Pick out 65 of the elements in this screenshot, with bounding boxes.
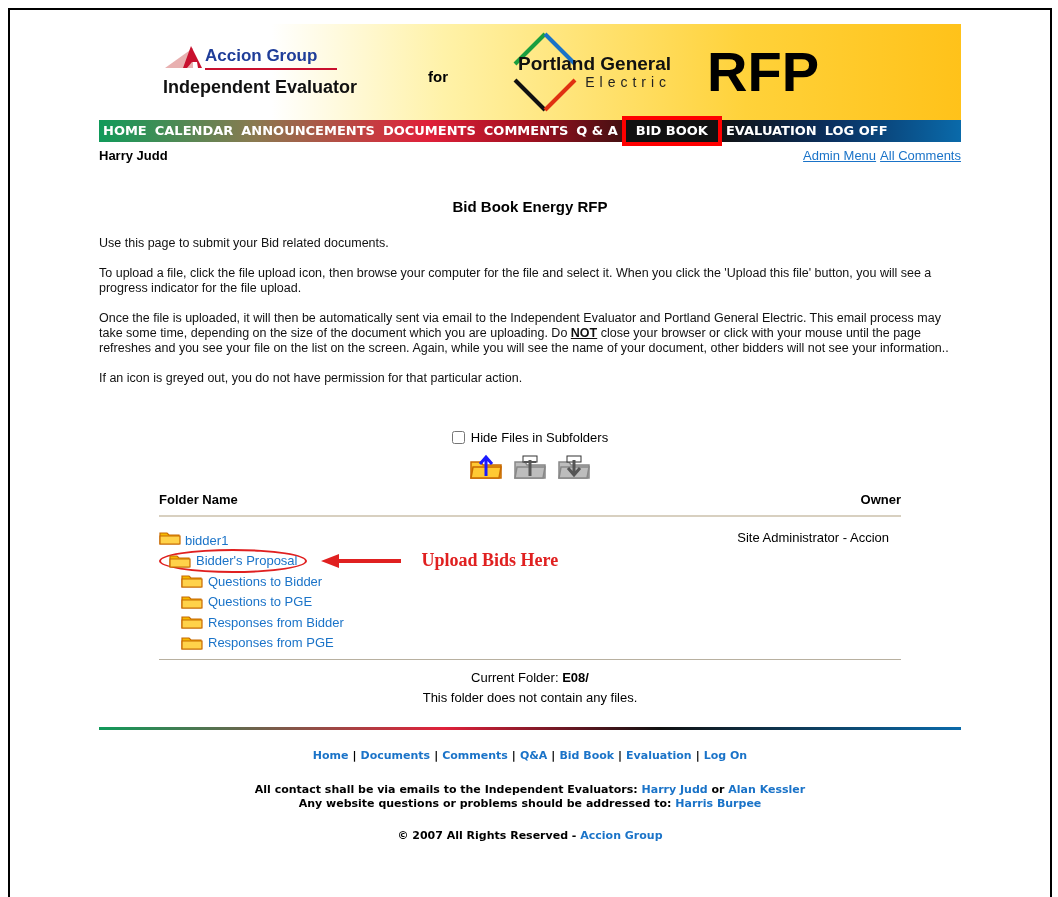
folder-icon: [169, 553, 191, 568]
subfolder-link[interactable]: Questions to Bidder: [208, 571, 323, 591]
owner-text: Site Administrator - Accion: [737, 529, 889, 547]
admin-link[interactable]: All Comments: [880, 146, 961, 166]
column-header: Owner: [860, 490, 901, 509]
logo-mark-icon: [163, 44, 205, 71]
folder-icon: [181, 574, 203, 589]
separator: |: [352, 748, 357, 764]
rfp-title: RFP: [707, 44, 820, 100]
copyright-text: © 2007 All Rights Reserved - Accion Group: [397, 828, 663, 843]
folder-icon: [181, 615, 203, 630]
page-title: Bid Book Energy RFP: [451, 196, 609, 217]
folder-icon: [181, 635, 203, 650]
brand-name: Accion Group: [205, 42, 338, 71]
footer-link[interactable]: Q&A: [519, 748, 548, 765]
instruction-text: Use this page to submit your Bid related documents.: [99, 236, 390, 251]
footer-link[interactable]: Log On: [703, 748, 748, 765]
separator: |: [511, 748, 516, 764]
footer-link[interactable]: Home: [312, 748, 349, 765]
nav-tab[interactable]: Q & A: [572, 120, 622, 142]
folder-link[interactable]: bidder1: [185, 531, 229, 551]
arrow-icon: [321, 552, 402, 569]
footer-link[interactable]: Comments: [442, 748, 508, 765]
nav-tab[interactable]: EVALUATION: [721, 120, 821, 142]
email-link[interactable]: Alan Kessler: [728, 782, 806, 796]
separator: |: [618, 748, 623, 764]
separator: |: [695, 748, 700, 764]
annotation-text: Upload Bids Here: [421, 549, 559, 573]
client-subname: Electric: [585, 74, 672, 90]
upload-folder-icon[interactable]: [469, 453, 503, 480]
brand-subtitle: Independent Evaluator: [163, 76, 359, 100]
nav-tab[interactable]: COMMENTS: [479, 120, 573, 142]
checkbox-label: Hide Files in Subfolders: [470, 429, 609, 447]
nav-tab[interactable]: LOG OFF: [820, 120, 892, 142]
nav-tab[interactable]: HOME: [99, 120, 151, 142]
separator: |: [551, 748, 556, 764]
footer-link[interactable]: Evaluation: [626, 748, 692, 765]
client-name: Portland General: [518, 54, 672, 74]
email-link[interactable]: Harris Burpee: [675, 796, 762, 810]
subfolder-link[interactable]: Responses from Bidder: [208, 612, 344, 632]
email-link[interactable]: Accion Group: [580, 828, 663, 842]
for-text: for: [428, 66, 448, 87]
hide-subfolders-checkbox[interactable]: [451, 431, 465, 445]
footer-link[interactable]: Bid Book: [559, 748, 615, 765]
instruction-text: If an icon is greyed out, you do not have permission for that particular action.: [99, 371, 524, 386]
email-link[interactable]: Harry Judd: [641, 782, 708, 796]
folder-icon: [159, 530, 181, 545]
current-folder-text: Current Folder: E08/: [470, 669, 590, 687]
instruction-text: Once the file is uploaded, it will then be automatically sent via email to the Independent Evaluator and Portland General Electric. This email process may take some time, depending on the size of the document which you are uploading. Do NOT close your browser or click with your mouse until the page refreshes and you see your file on the list on the screen. Again, while you will see the name of your document, other bidders will not see your information..: [99, 311, 950, 356]
nav-tab[interactable]: DOCUMENTS: [378, 120, 480, 142]
contact-text: Any website questions or problems should be addressed to: Harris Burpee: [298, 796, 762, 811]
subfolder-link[interactable]: Questions to PGE: [208, 592, 313, 612]
empty-message: This folder does not contain any files.: [421, 688, 639, 707]
admin-link[interactable]: Admin Menu: [803, 146, 877, 166]
nav-tab[interactable]: ANNOUNCEMENTS: [237, 120, 379, 142]
nav-tab[interactable]: CALENDAR: [150, 120, 238, 142]
contact-text: All contact shall be via emails to the Independent Evaluators: Harry Judd or Alan Kessler: [254, 782, 806, 797]
instruction-text: To upload a file, click the file upload icon, then browse your computer for the file and select it. When you click the 'Upload this file' button, you will see a progress indicator for the file upload.: [99, 266, 933, 296]
user-name: Harry Judd: [99, 147, 168, 165]
footer-link[interactable]: Documents: [360, 748, 431, 765]
folder-icon: [181, 594, 203, 609]
column-header: Folder Name: [159, 490, 238, 509]
subfolder-link[interactable]: Responses from PGE: [208, 633, 334, 653]
subfolder-link[interactable]: Bidder's Proposal: [196, 551, 298, 571]
separator: |: [434, 748, 439, 764]
